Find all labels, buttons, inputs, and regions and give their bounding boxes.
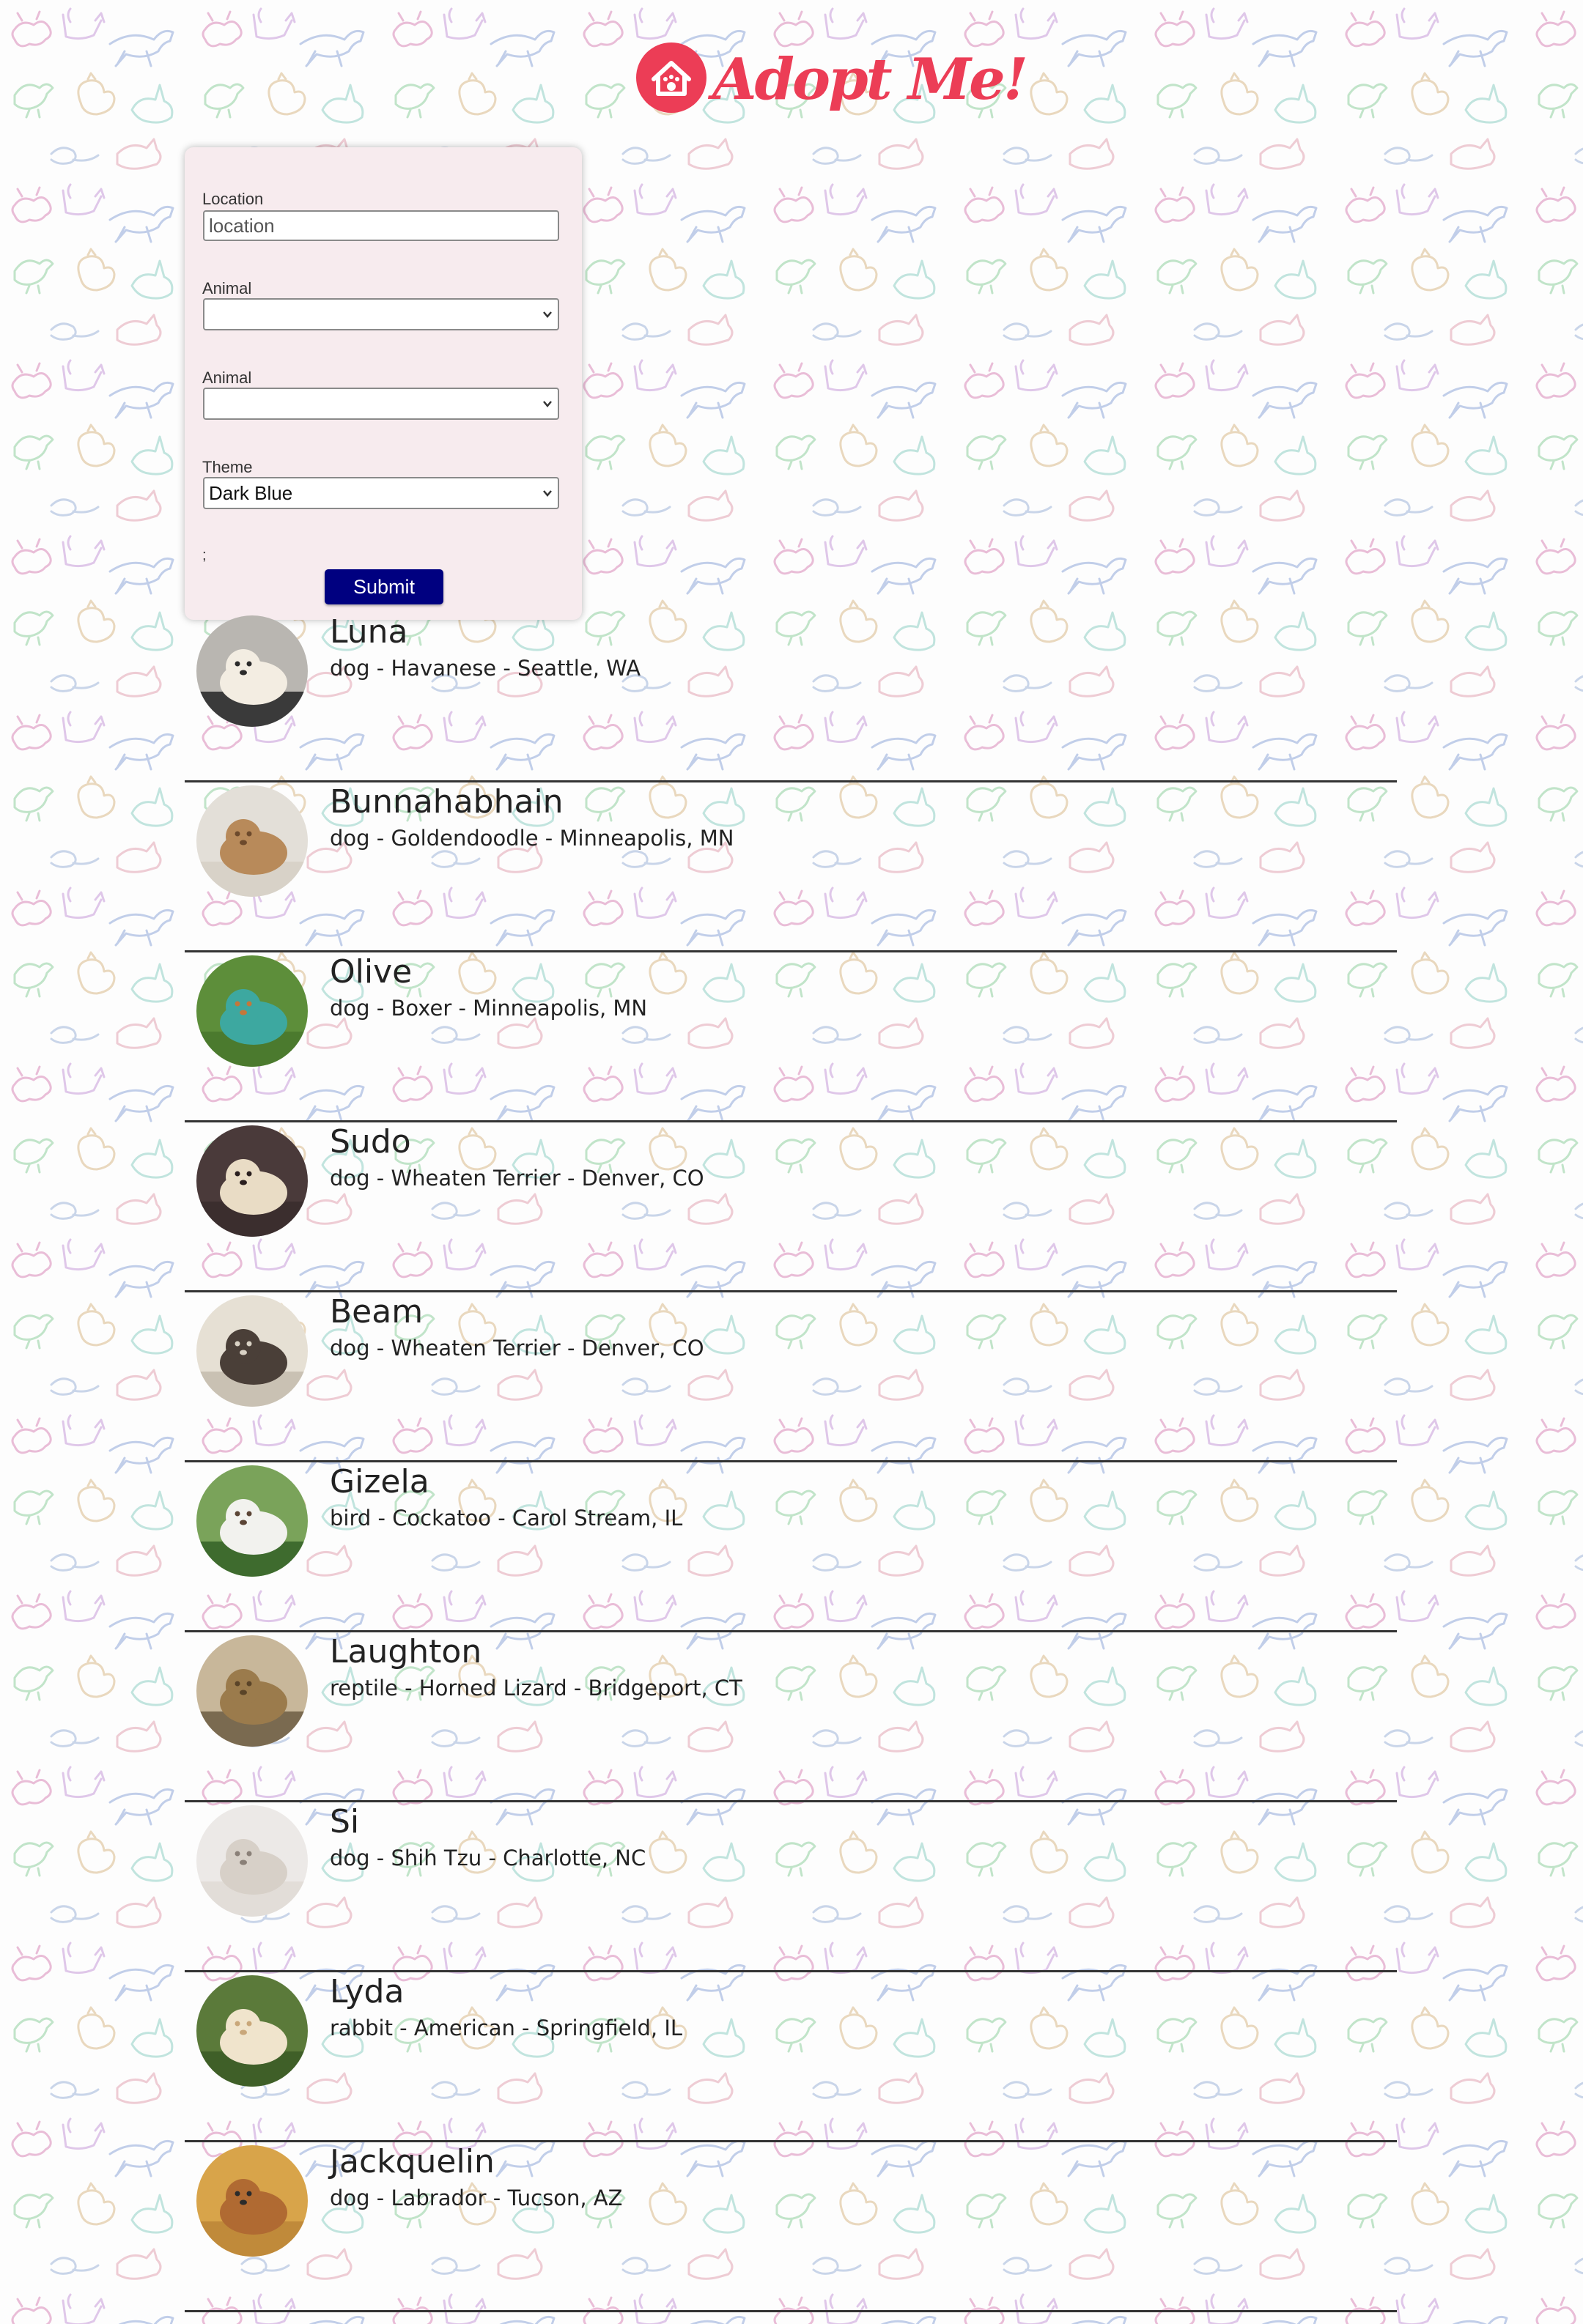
pet-photo bbox=[196, 1635, 308, 1747]
pet-photo bbox=[196, 1125, 308, 1237]
animal-select[interactable] bbox=[203, 298, 559, 330]
search-form: Location Animal Animal Theme Dark Blue ;… bbox=[185, 147, 582, 620]
pet-list-item[interactable]: Olive dog - Boxer - Minneapolis, MN bbox=[185, 952, 1397, 1122]
theme-label: Theme bbox=[202, 458, 253, 476]
pet-name: Laughton bbox=[330, 1633, 482, 1670]
pet-name: Bunnahabhain bbox=[330, 783, 564, 821]
stray-text: ; bbox=[202, 547, 207, 563]
pet-photo bbox=[196, 2145, 308, 2257]
pet-list-item[interactable]: Luna dog - Havanese - Seattle, WA bbox=[185, 613, 1397, 782]
pet-list-item[interactable]: Laughton reptile - Horned Lizard - Bridge… bbox=[185, 1632, 1397, 1802]
chevron-down-icon bbox=[543, 401, 552, 407]
location-input[interactable] bbox=[203, 210, 559, 241]
pet-name: Luna bbox=[330, 613, 408, 651]
pet-name: Olive bbox=[330, 953, 413, 991]
pet-photo bbox=[196, 615, 308, 727]
pet-photo bbox=[196, 1805, 308, 1917]
pet-name: Si bbox=[330, 1803, 360, 1840]
house-paw-icon bbox=[636, 42, 706, 113]
pet-name: Jackquelin bbox=[330, 2143, 495, 2180]
pet-description: rabbit - American - Springfield, IL bbox=[330, 2016, 683, 2040]
pet-description: bird - Cockatoo - Carol Stream, IL bbox=[330, 1506, 683, 1531]
pet-description: dog - Shih Tzu - Charlotte, NC bbox=[330, 1846, 646, 1870]
pet-list-item[interactable]: Beam dog - Wheaten Terrier - Denver, CO bbox=[185, 1292, 1397, 1462]
pet-description: dog - Labrador - Tucson, AZ bbox=[330, 2186, 623, 2210]
pet-list-item[interactable]: Jackquelin dog - Labrador - Tucson, AZ bbox=[185, 2142, 1397, 2312]
pet-photo bbox=[196, 785, 308, 897]
pet-list-item[interactable]: Si dog - Shih Tzu - Charlotte, NC bbox=[185, 1802, 1397, 1972]
pet-name: Sudo bbox=[330, 1123, 411, 1161]
animal-label: Animal bbox=[202, 279, 252, 297]
pet-photo bbox=[196, 955, 308, 1067]
theme-select[interactable]: Dark Blue bbox=[203, 477, 559, 509]
pet-description: dog - Boxer - Minneapolis, MN bbox=[330, 996, 648, 1021]
chevron-down-icon bbox=[543, 490, 552, 497]
location-label: Location bbox=[202, 190, 264, 208]
pet-name: Lyda bbox=[330, 1973, 405, 2010]
pet-list-item[interactable]: Bunnahabhain dog - Goldendoodle - Minneap… bbox=[185, 782, 1397, 952]
logo-text: Adopt Me! bbox=[712, 46, 1028, 113]
chevron-down-icon bbox=[543, 311, 552, 318]
pet-photo bbox=[196, 1295, 308, 1407]
pet-description: reptile - Horned Lizard - Bridgeport, CT bbox=[330, 1676, 742, 1701]
pet-list-item[interactable]: Sudo dog - Wheaten Terrier - Denver, CO bbox=[185, 1122, 1397, 1292]
pet-description: dog - Wheaten Terrier - Denver, CO bbox=[330, 1336, 704, 1361]
breed-select[interactable] bbox=[203, 388, 559, 420]
pet-name: Gizela bbox=[330, 1463, 429, 1500]
pet-photo bbox=[196, 1465, 308, 1577]
pet-list-item[interactable]: Gizela bird - Cockatoo - Carol Stream, IL bbox=[185, 1462, 1397, 1632]
pet-photo bbox=[196, 1975, 308, 2087]
pet-name: Beam bbox=[330, 1293, 424, 1331]
theme-select-value: Dark Blue bbox=[209, 482, 293, 504]
pet-description: dog - Goldendoodle - Minneapolis, MN bbox=[330, 826, 734, 851]
submit-button[interactable]: Submit bbox=[325, 569, 443, 604]
logo-home-link[interactable]: Adopt Me! bbox=[636, 40, 1028, 135]
pet-description: dog - Havanese - Seattle, WA bbox=[330, 656, 641, 681]
pet-list-item[interactable]: Lyda rabbit - American - Springfield, IL bbox=[185, 1972, 1397, 2142]
pet-description: dog - Wheaten Terrier - Denver, CO bbox=[330, 1166, 704, 1191]
breed-label: Animal bbox=[202, 369, 252, 387]
